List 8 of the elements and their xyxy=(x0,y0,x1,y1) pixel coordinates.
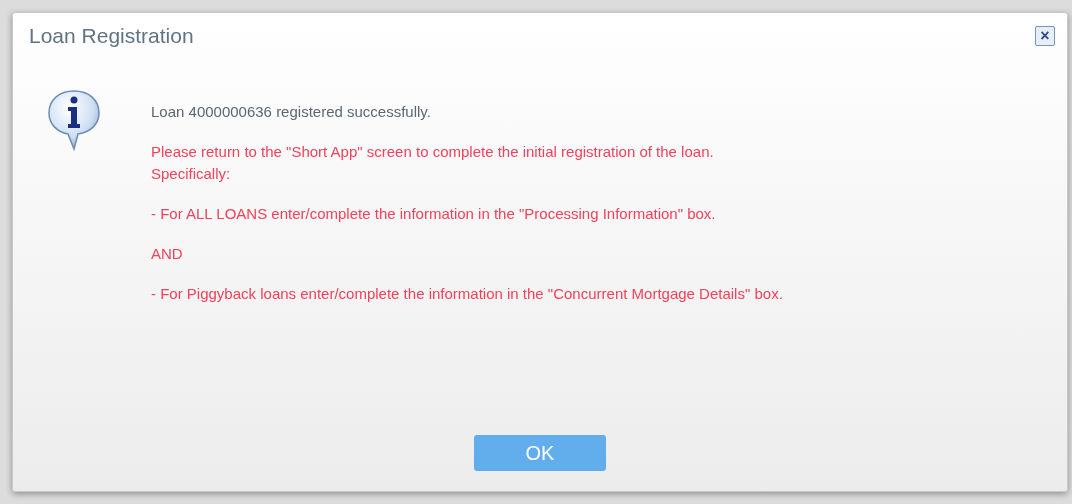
dialog-title: Loan Registration xyxy=(29,24,194,48)
info-icon xyxy=(47,89,101,151)
message-text: - For Piggyback loans enter/complete the information in the "Concurrent Mortgage Details" box. xyxy=(151,284,783,304)
message-text: AND xyxy=(151,244,184,264)
message-text: - For ALL LOANS enter/complete the information in the "Processing Information" box. xyxy=(151,204,717,224)
close-button[interactable]: × xyxy=(1035,26,1055,46)
message-text: Please return to the "Short App" screen to complete the initial registration of the loan. Specifically: xyxy=(151,142,715,184)
message-text: Loan 4000000636 registered successfully. xyxy=(151,102,432,122)
